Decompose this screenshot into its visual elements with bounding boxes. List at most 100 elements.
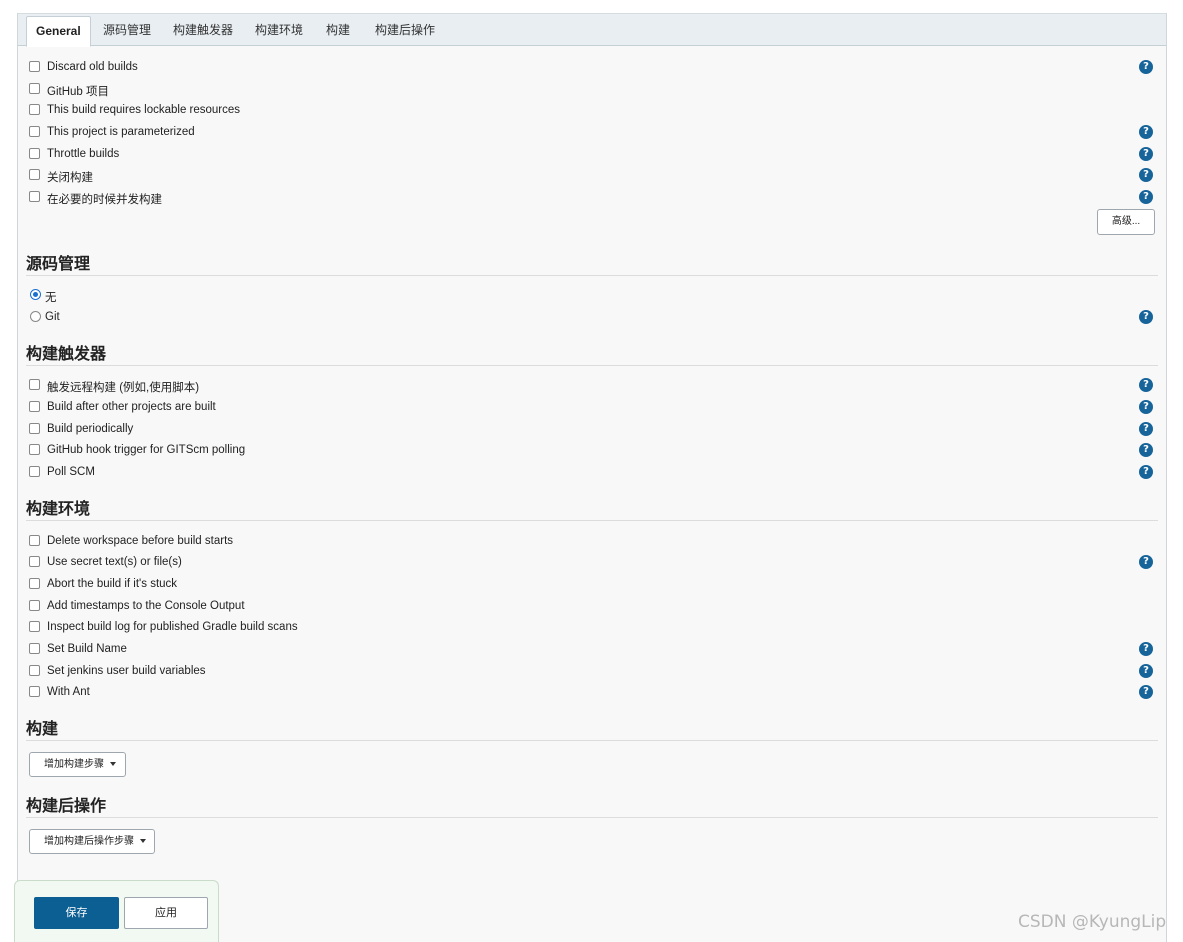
option-parameterized: This project is parameterized ? [18,123,1166,143]
option-label: 在必要的时候并发构建 [47,194,162,206]
button-label: 增加构建后操作步骤 [44,836,134,847]
help-icon[interactable]: ? [1139,443,1153,457]
option-label: Build after other projects are built [47,401,216,413]
option-label: GitHub hook trigger for GITScm polling [47,444,246,456]
help-icon[interactable]: ? [1139,60,1153,74]
tab-environment[interactable]: 构建环境 [246,16,312,46]
save-button[interactable]: 保存 [34,897,119,929]
option-label: Git [45,311,60,323]
env-option-delete-workspace: Delete workspace before build starts [18,532,1166,552]
tab-bar: General 源码管理 构建触发器 构建环境 构建 构建后操作 [18,13,1166,47]
env-option-with-ant: With Ant ? [18,683,1166,703]
checkbox[interactable] [29,191,40,202]
option-label: 无 [45,292,57,304]
tab-triggers[interactable]: 构建触发器 [164,16,242,46]
checkbox[interactable] [29,621,40,632]
checkbox[interactable] [29,423,40,434]
option-label: This build requires lockable resources [47,104,241,116]
option-label: Throttle builds [47,148,120,160]
help-icon[interactable]: ? [1139,168,1153,182]
env-option-secret-text: Use secret text(s) or file(s) ? [18,553,1166,573]
checkbox[interactable] [29,578,40,589]
section-title-post-build: 构建后操作 [26,796,1158,818]
top-strip [0,0,1183,13]
env-option-gradle-scans: Inspect build log for published Gradle b… [18,618,1166,638]
option-discard-old-builds: Discard old builds ? [18,58,1166,78]
env-option-user-vars: Set jenkins user build variables ? [18,662,1166,682]
env-option-abort-stuck: Abort the build if it's stuck [18,575,1166,595]
option-label: Inspect build log for published Gradle b… [47,621,298,633]
add-build-step-button[interactable]: 增加构建步骤 [29,752,126,777]
help-icon[interactable]: ? [1139,125,1153,139]
checkbox[interactable] [29,665,40,676]
tab-scm[interactable]: 源码管理 [94,16,160,46]
checkbox[interactable] [29,686,40,697]
checkbox[interactable] [29,148,40,159]
checkbox[interactable] [29,600,40,611]
option-label: Set jenkins user build variables [47,665,206,677]
apply-button[interactable]: 应用 [124,897,208,929]
option-label: Build periodically [47,423,134,435]
checkbox[interactable] [29,61,40,72]
bottom-action-bar: 保存 应用 [14,880,219,942]
scm-option-none: 无 [18,286,1166,306]
help-icon[interactable]: ? [1139,190,1153,204]
checkbox[interactable] [29,444,40,455]
help-icon[interactable]: ? [1139,378,1153,392]
tab-general[interactable]: General [26,16,91,47]
add-post-build-step-button[interactable]: 增加构建后操作步骤 [29,829,155,854]
help-icon[interactable]: ? [1139,685,1153,699]
trigger-option-github-hook: GitHub hook trigger for GITScm polling ? [18,441,1166,461]
env-option-build-name: Set Build Name ? [18,640,1166,660]
option-github-project: GitHub 项目 [18,80,1166,100]
button-label: 增加构建步骤 [44,759,104,770]
checkbox[interactable] [29,104,40,115]
help-icon[interactable]: ? [1139,642,1153,656]
option-concurrent-builds: 在必要的时候并发构建 ? [18,188,1166,208]
checkbox[interactable] [29,643,40,654]
checkbox[interactable] [29,556,40,567]
help-icon[interactable]: ? [1139,465,1153,479]
help-icon[interactable]: ? [1139,147,1153,161]
config-panel: General 源码管理 构建触发器 构建环境 构建 构建后操作 Discard… [17,13,1167,942]
checkbox[interactable] [29,169,40,180]
option-throttle-builds: Throttle builds ? [18,145,1166,165]
option-label: Set Build Name [47,643,127,655]
trigger-option-poll-scm: Poll SCM ? [18,463,1166,483]
help-icon[interactable]: ? [1139,422,1153,436]
option-disable-build: 关闭构建 ? [18,166,1166,186]
checkbox[interactable] [29,466,40,477]
help-icon[interactable]: ? [1139,400,1153,414]
option-label: Add timestamps to the Console Output [47,600,245,612]
help-icon[interactable]: ? [1139,310,1153,324]
section-title-build: 构建 [26,719,1158,741]
option-label: 触发远程构建 (例如,使用脚本) [47,382,200,394]
option-label: Poll SCM [47,466,95,478]
checkbox[interactable] [29,83,40,94]
radio-button[interactable] [30,289,41,300]
trigger-option-periodically: Build periodically ? [18,420,1166,440]
help-icon[interactable]: ? [1139,664,1153,678]
advanced-button[interactable]: 高级... [1097,209,1155,235]
option-label: Delete workspace before build starts [47,535,234,547]
checkbox[interactable] [29,126,40,137]
option-label: Abort the build if it's stuck [47,578,178,590]
option-label: 关闭构建 [47,172,93,184]
trigger-option-after-other: Build after other projects are built ? [18,398,1166,418]
option-label: With Ant [47,686,90,698]
option-label: This project is parameterized [47,126,195,138]
radio-button[interactable] [30,311,41,322]
checkbox[interactable] [29,379,40,390]
section-title-environment: 构建环境 [26,499,1158,521]
option-lockable-resources: This build requires lockable resources [18,101,1166,121]
tab-build[interactable]: 构建 [317,16,359,46]
trigger-option-remote: 触发远程构建 (例如,使用脚本) ? [18,376,1166,396]
option-label: GitHub 项目 [47,86,109,98]
checkbox[interactable] [29,401,40,412]
tab-post-build[interactable]: 构建后操作 [366,16,444,46]
section-title-scm: 源码管理 [26,254,1158,276]
caret-down-icon [140,839,146,844]
help-icon[interactable]: ? [1139,555,1153,569]
checkbox[interactable] [29,535,40,546]
caret-down-icon [110,762,116,767]
